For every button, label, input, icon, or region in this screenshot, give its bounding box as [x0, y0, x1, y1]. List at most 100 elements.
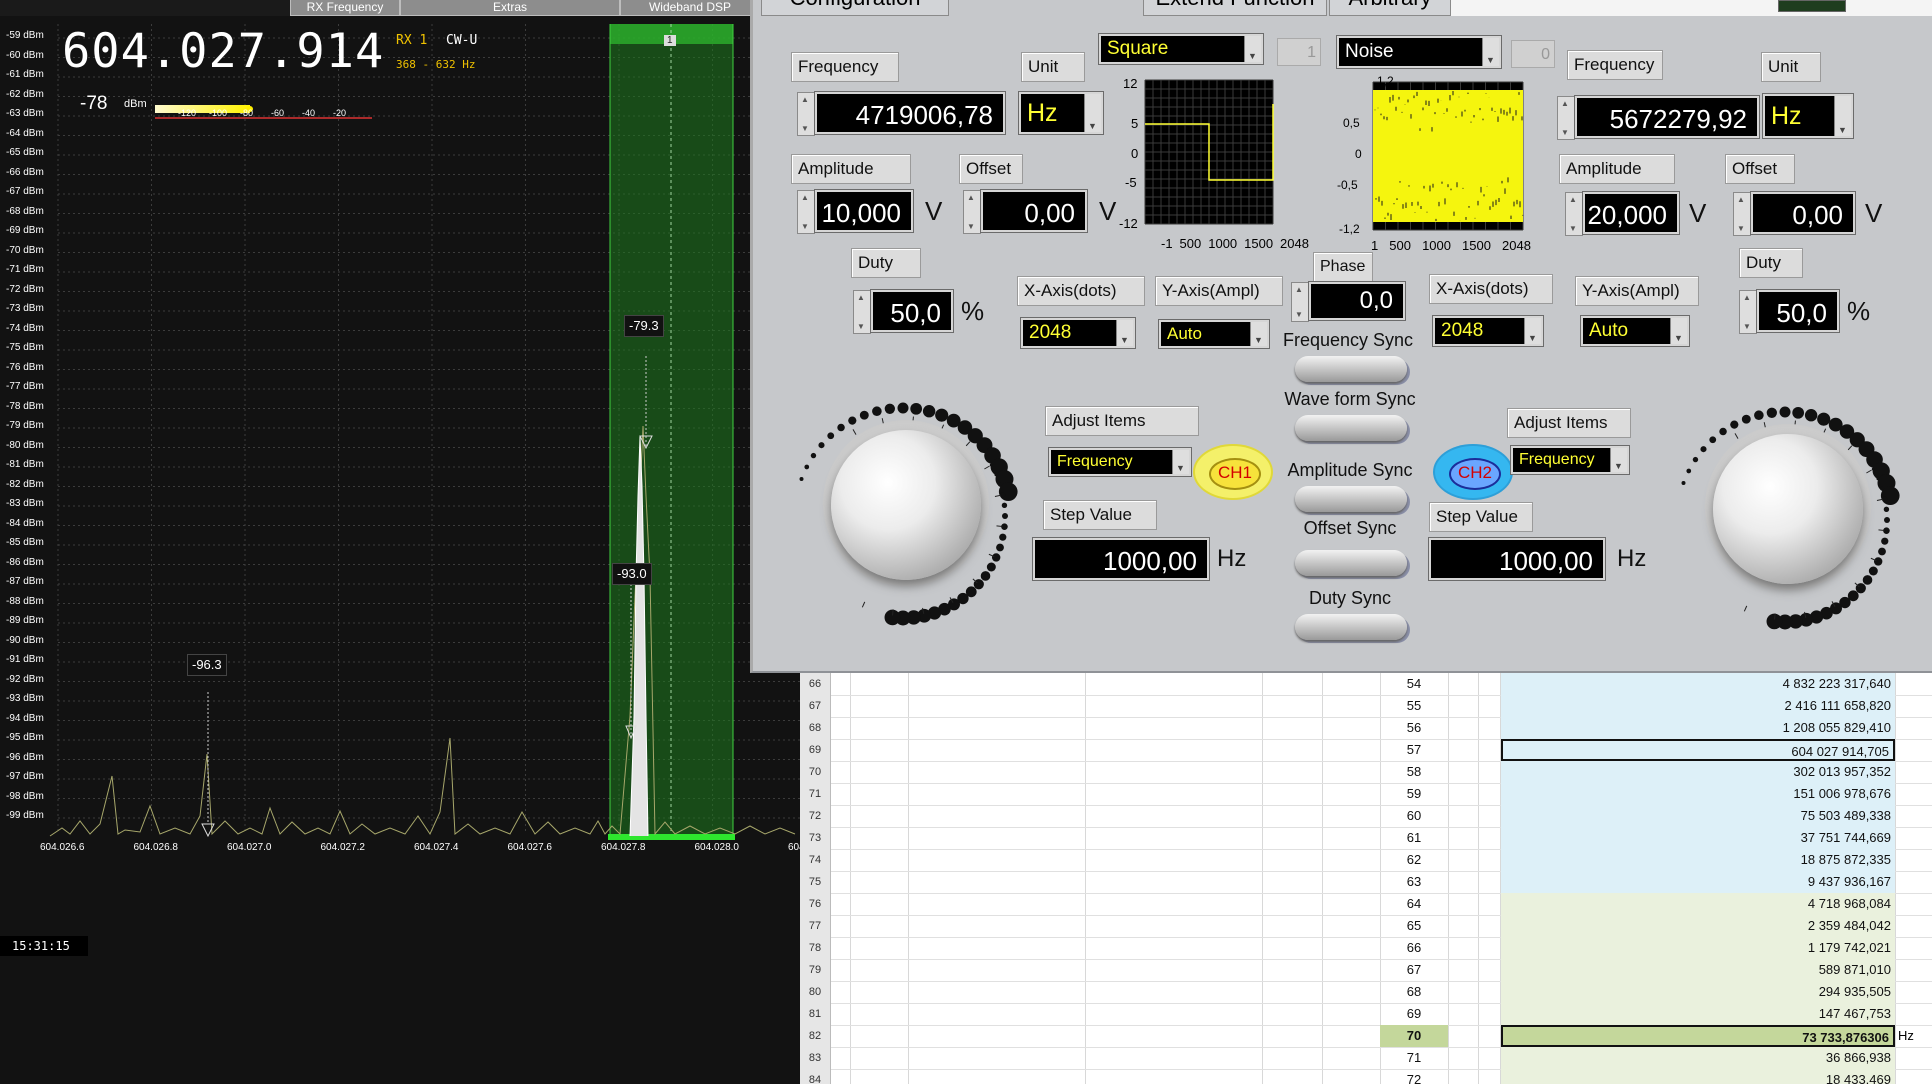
- cell-index[interactable]: 63: [1380, 871, 1448, 893]
- cell-value[interactable]: 18 433,469: [1501, 1069, 1895, 1084]
- cell-index[interactable]: 59: [1380, 783, 1448, 805]
- ch2-amplitude-spinner[interactable]: [1565, 192, 1583, 236]
- table-row[interactable]: 79 67 589 871,010: [800, 959, 1932, 982]
- frequency-sync-toggle[interactable]: [1295, 356, 1407, 382]
- chevron-down-icon[interactable]: [1116, 320, 1133, 353]
- cell-value[interactable]: 37 751 744,669: [1501, 827, 1895, 849]
- amplitude-sync-toggle[interactable]: [1295, 486, 1407, 512]
- ch1-duty-input[interactable]: 50,0: [871, 290, 953, 332]
- phase-spinner[interactable]: [1291, 282, 1309, 322]
- cell-value[interactable]: 4 832 223 317,640: [1501, 673, 1895, 695]
- cell-index[interactable]: 55: [1380, 695, 1448, 717]
- cell-index[interactable]: 60: [1380, 805, 1448, 827]
- chevron-down-icon[interactable]: [1172, 450, 1189, 480]
- cell-index[interactable]: 72: [1380, 1069, 1448, 1084]
- table-row[interactable]: 67 55 2 416 111 658,820: [800, 695, 1932, 718]
- table-row[interactable]: 83 71 36 866,938: [800, 1047, 1932, 1070]
- offset-sync-toggle[interactable]: [1295, 550, 1407, 576]
- ch2-amplitude-input[interactable]: 20,000: [1583, 192, 1679, 234]
- row-header[interactable]: 70: [800, 761, 831, 783]
- cell-value[interactable]: 9 437 936,167: [1501, 871, 1895, 893]
- cell-index[interactable]: 69: [1380, 1003, 1448, 1025]
- ch2-offset-spinner[interactable]: [1733, 192, 1751, 236]
- cell-index[interactable]: 66: [1380, 937, 1448, 959]
- row-header[interactable]: 78: [800, 937, 831, 959]
- cell-index[interactable]: 71: [1380, 1047, 1448, 1069]
- table-row[interactable]: 70 58 302 013 957,352: [800, 761, 1932, 784]
- cell-value[interactable]: 2 359 484,042: [1501, 915, 1895, 937]
- table-row[interactable]: 71 59 151 006 978,676: [800, 783, 1932, 806]
- row-header[interactable]: 68: [800, 717, 831, 739]
- cell-value[interactable]: 36 866,938: [1501, 1047, 1895, 1069]
- cell-value[interactable]: 151 006 978,676: [1501, 783, 1895, 805]
- table-row[interactable]: 84 72 18 433,469: [800, 1069, 1932, 1084]
- chevron-down-icon[interactable]: [1482, 38, 1499, 74]
- cell-index[interactable]: 68: [1380, 981, 1448, 1003]
- chevron-down-icon[interactable]: [1524, 318, 1541, 351]
- table-row[interactable]: 76 64 4 718 968,084: [800, 893, 1932, 916]
- ch2-waveform-index[interactable]: 0: [1511, 40, 1555, 68]
- cell-value[interactable]: 2 416 111 658,820: [1501, 695, 1895, 717]
- ch1-yaxis-select[interactable]: Auto: [1159, 320, 1269, 352]
- row-header[interactable]: 84: [800, 1069, 831, 1084]
- ch1-amplitude-spinner[interactable]: [797, 190, 815, 234]
- cell-index[interactable]: 65: [1380, 915, 1448, 937]
- row-header[interactable]: 75: [800, 871, 831, 893]
- tab-configuration[interactable]: Configuration: [761, 0, 949, 16]
- table-row[interactable]: 81 69 147 467,753: [800, 1003, 1932, 1026]
- cell-value[interactable]: 1 208 055 829,410: [1501, 717, 1895, 739]
- cell-value[interactable]: 1 179 742,021: [1501, 937, 1895, 959]
- row-header[interactable]: 69: [800, 739, 831, 761]
- ch1-waveform-select[interactable]: Square: [1099, 34, 1263, 69]
- ch2-frequency-spinner[interactable]: [1557, 96, 1575, 140]
- chevron-down-icon[interactable]: [1834, 96, 1851, 150]
- ch2-offset-input[interactable]: 0,00: [1751, 192, 1855, 234]
- chevron-down-icon[interactable]: [1084, 94, 1101, 145]
- table-row[interactable]: 66 54 4 832 223 317,640: [800, 673, 1932, 696]
- table-row[interactable]: 77 65 2 359 484,042: [800, 915, 1932, 938]
- phase-input[interactable]: 0,0: [1309, 282, 1405, 320]
- chevron-down-icon[interactable]: [1670, 318, 1687, 351]
- ch2-waveform-select[interactable]: Noise: [1337, 36, 1501, 74]
- cell-value[interactable]: 147 467,753: [1501, 1003, 1895, 1025]
- table-row[interactable]: 74 62 18 875 872,335: [800, 849, 1932, 872]
- table-row[interactable]: 68 56 1 208 055 829,410: [800, 717, 1932, 740]
- waveform-sync-toggle[interactable]: [1295, 415, 1407, 441]
- row-header[interactable]: 73: [800, 827, 831, 849]
- spectrum-display[interactable]: [0, 16, 800, 842]
- row-header[interactable]: 76: [800, 893, 831, 915]
- row-header[interactable]: 66: [800, 673, 831, 695]
- ch1-waveform-index[interactable]: 1: [1277, 38, 1321, 66]
- row-header[interactable]: 74: [800, 849, 831, 871]
- cell-value[interactable]: 604 027 914,705: [1501, 739, 1895, 761]
- ch2-step-input[interactable]: 1000,00: [1429, 538, 1605, 580]
- cell-index[interactable]: 54: [1380, 673, 1448, 695]
- row-header[interactable]: 71: [800, 783, 831, 805]
- ch1-amplitude-input[interactable]: 10,000: [815, 190, 913, 232]
- row-header[interactable]: 81: [800, 1003, 831, 1025]
- ch1-duty-spinner[interactable]: [853, 290, 871, 334]
- ch1-offset-spinner[interactable]: [963, 190, 981, 234]
- table-row[interactable]: 73 61 37 751 744,669: [800, 827, 1932, 850]
- cell-value[interactable]: 18 875 872,335: [1501, 849, 1895, 871]
- cell-value[interactable]: 294 935,505: [1501, 981, 1895, 1003]
- table-row[interactable]: 72 60 75 503 489,338: [800, 805, 1932, 828]
- ch1-adjust-select[interactable]: Frequency: [1049, 448, 1191, 480]
- cell-index[interactable]: 56: [1380, 717, 1448, 739]
- ch2-duty-input[interactable]: 50,0: [1757, 290, 1839, 332]
- tab-extras[interactable]: Extras: [400, 0, 620, 16]
- cell-index[interactable]: 61: [1380, 827, 1448, 849]
- vfo-frequency[interactable]: 604.027.914: [62, 24, 384, 79]
- row-header[interactable]: 67: [800, 695, 831, 717]
- tab-wideband-dsp[interactable]: Wideband DSP: [620, 0, 760, 16]
- table-row[interactable]: 80 68 294 935,505: [800, 981, 1932, 1004]
- row-header[interactable]: 83: [800, 1047, 831, 1069]
- ch2-knob[interactable]: [1713, 434, 1863, 584]
- cell-index[interactable]: 57: [1380, 739, 1448, 761]
- ch1-frequency-input[interactable]: 4719006,78: [815, 92, 1005, 134]
- chevron-down-icon[interactable]: [1250, 322, 1267, 352]
- ch2-adjust-select[interactable]: Frequency: [1511, 446, 1629, 478]
- ch1-knob[interactable]: [831, 430, 981, 580]
- ch2-frequency-input[interactable]: 5672279,92: [1575, 96, 1759, 138]
- ch1-offset-input[interactable]: 0,00: [981, 190, 1087, 232]
